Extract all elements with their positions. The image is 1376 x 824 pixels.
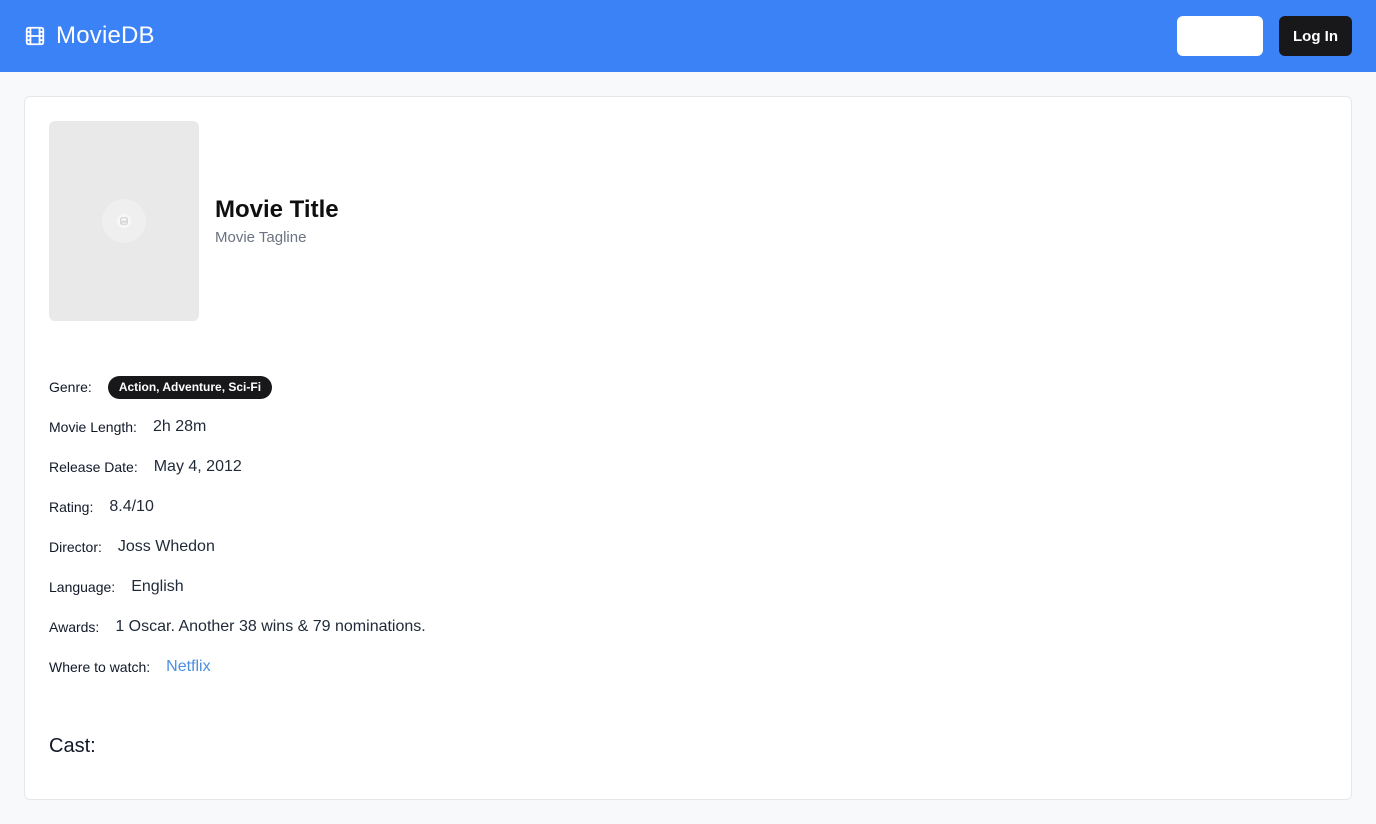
nav-actions: Log In <box>1177 16 1352 56</box>
director-value: Joss Whedon <box>117 538 215 555</box>
blank-button[interactable] <box>1177 16 1263 56</box>
rating-label: Rating: <box>49 499 94 515</box>
movie-title: Movie Title <box>215 196 339 223</box>
detail-row-release: Release Date: May 4, 2012 <box>49 447 426 487</box>
length-label: Movie Length: <box>49 419 137 435</box>
watch-label: Where to watch: <box>49 659 151 675</box>
detail-row-length: Movie Length: 2h 28m <box>49 407 426 447</box>
detail-row-director: Director: Joss Whedon <box>49 527 426 567</box>
title-block: Movie Title Movie Tagline <box>215 195 339 246</box>
detail-row-language: Language: English <box>49 567 426 607</box>
detail-row-watch: Where to watch: Netflix <box>49 647 426 687</box>
image-placeholder-icon <box>117 214 131 228</box>
length-value: 2h 28m <box>152 418 207 435</box>
detail-row-awards: Awards: 1 Oscar. Another 38 wins & 79 no… <box>49 607 426 647</box>
release-label: Release Date: <box>49 459 138 475</box>
genre-label: Genre: <box>49 379 92 395</box>
detail-row-genre: Genre: Action, Adventure, Sci-Fi <box>49 367 426 407</box>
detail-row-rating: Rating: 8.4/10 <box>49 487 426 527</box>
movie-poster <box>49 121 199 321</box>
movie-tagline: Movie Tagline <box>215 229 307 246</box>
brand-name: MovieDB <box>56 22 155 49</box>
language-label: Language: <box>49 579 116 595</box>
cast-heading: Cast: <box>49 735 96 757</box>
language-value: English <box>131 578 184 595</box>
top-navbar: MovieDB Log In <box>0 0 1376 72</box>
movie-details: Genre: Action, Adventure, Sci-Fi Movie L… <box>49 367 426 687</box>
director-label: Director: <box>49 539 102 555</box>
login-button[interactable]: Log In <box>1279 16 1352 56</box>
awards-label: Awards: <box>49 619 100 635</box>
film-icon <box>25 26 45 46</box>
watch-link-netflix[interactable]: Netflix <box>166 658 210 676</box>
rating-value: 8.4/10 <box>109 498 154 515</box>
movie-card: Movie Title Movie Tagline Genre: Action,… <box>24 96 1352 800</box>
awards-value: 1 Oscar. Another 38 wins & 79 nomination… <box>115 618 426 635</box>
release-value: May 4, 2012 <box>153 458 242 475</box>
brand[interactable]: MovieDB <box>24 22 155 50</box>
genre-badge: Action, Adventure, Sci-Fi <box>107 375 273 399</box>
poster-placeholder <box>102 199 146 243</box>
